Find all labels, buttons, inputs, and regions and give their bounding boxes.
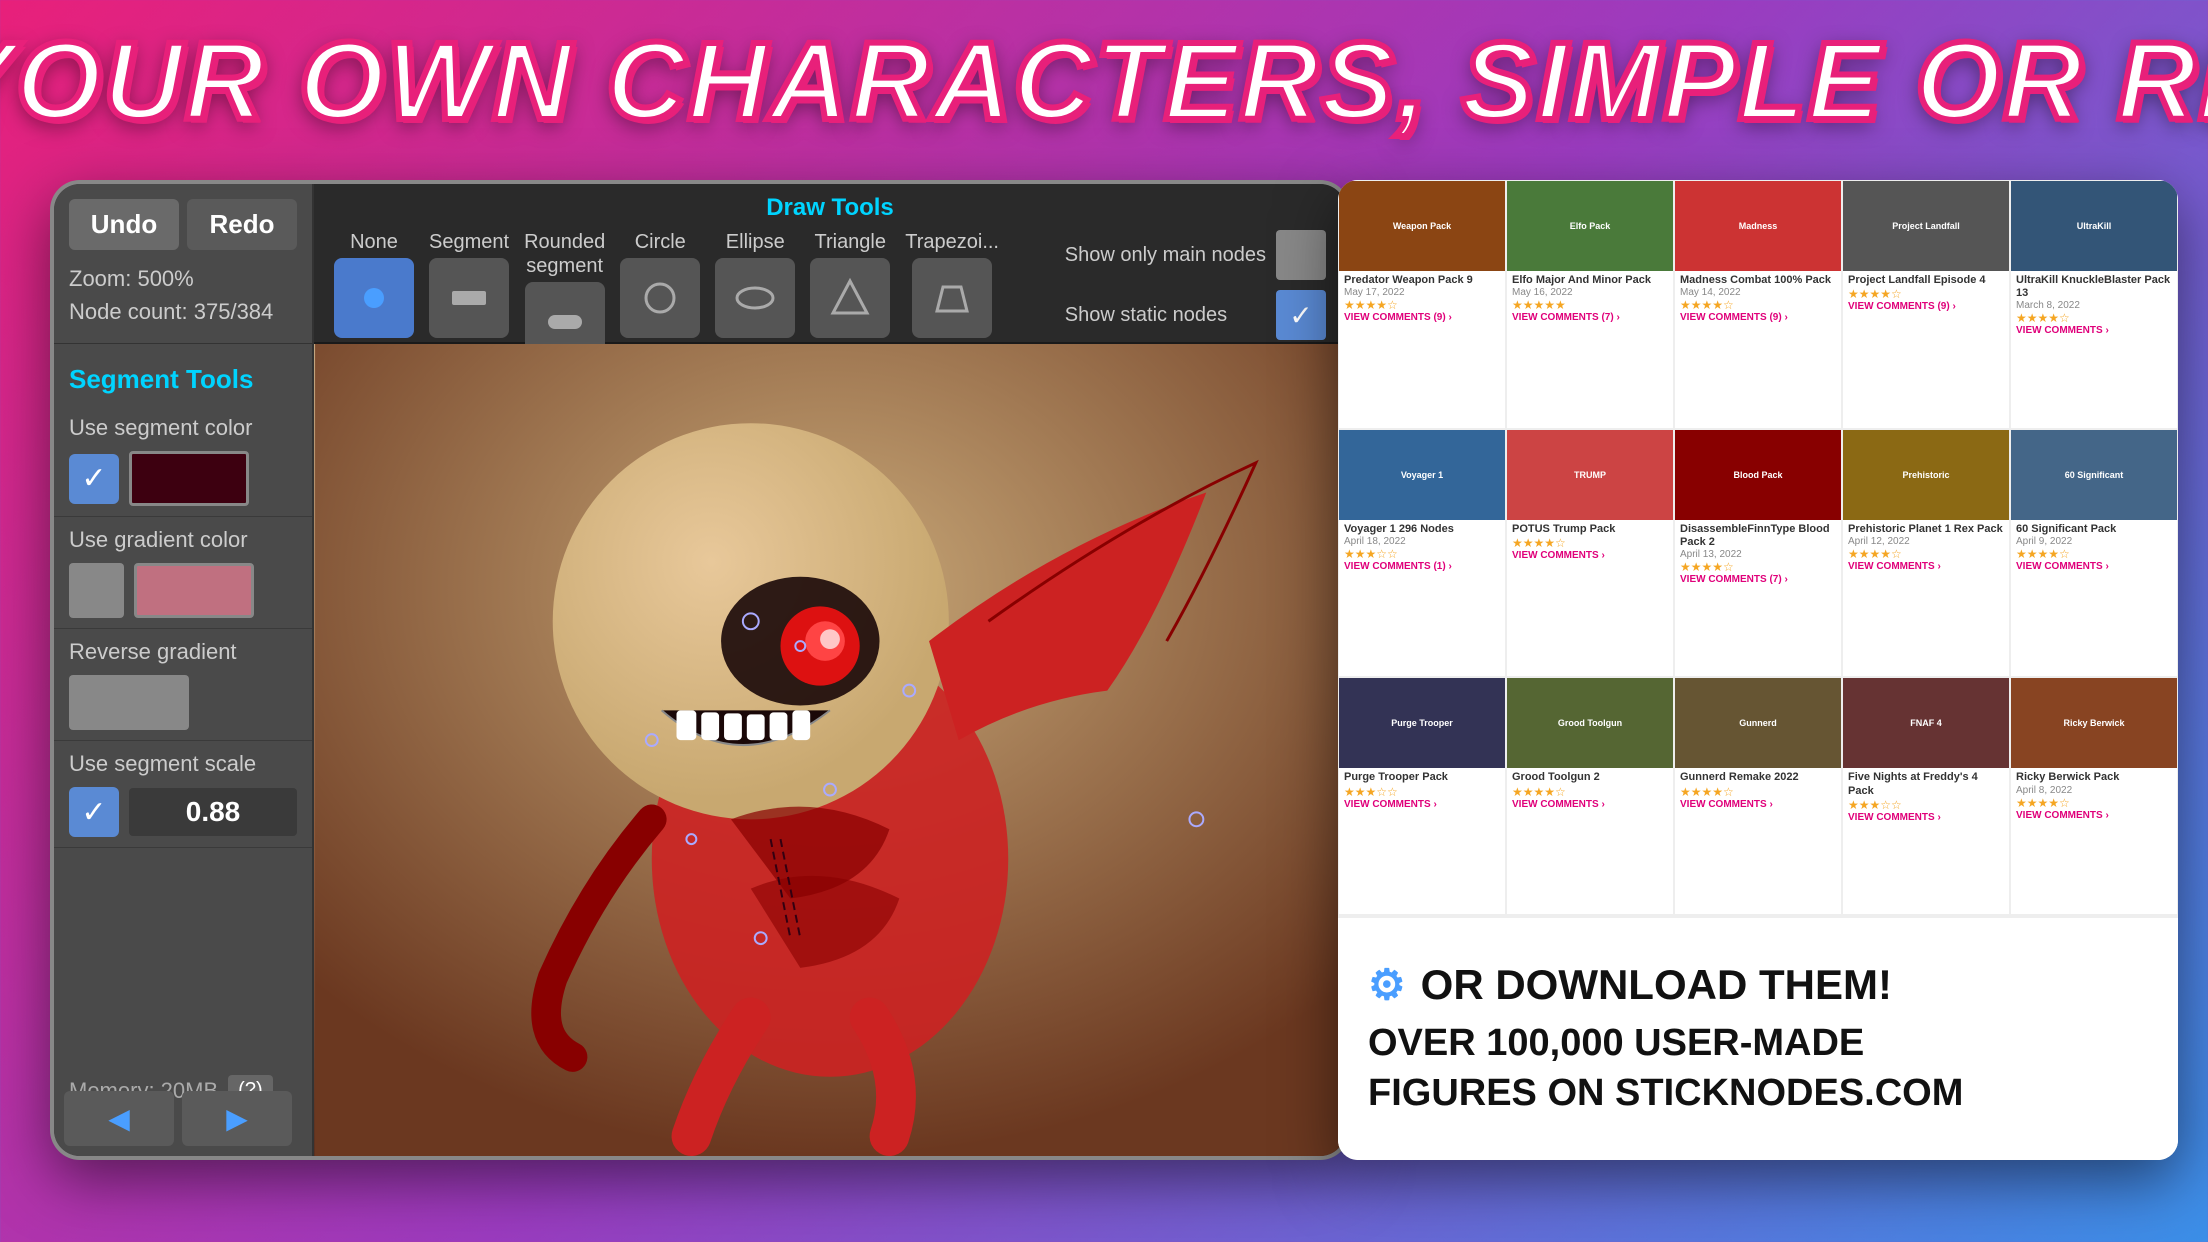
tool-ellipse-icon[interactable] [715,258,795,338]
community-card-12[interactable]: Grood Toolgun Grood Toolgun 2 ★★★★☆ VIEW… [1506,677,1674,915]
draw-tools-title: Draw Tools [334,194,1326,222]
node-count: Node count: 375/384 [69,295,297,328]
community-card-3[interactable]: Madness Madness Combat 100% Pack May 14,… [1674,180,1842,429]
show-static-nodes-label: Show static nodes [1065,304,1266,327]
tool-none-icon[interactable] [334,258,414,338]
app-container: Undo Redo Zoom: 500% Node count: 375/384… [50,180,1350,1160]
use-segment-color-section: Use segment color ✓ [54,405,312,517]
community-card-1[interactable]: Weapon Pack Predator Weapon Pack 9 May 1… [1338,180,1506,429]
segment-color-checkbox[interactable]: ✓ [69,454,119,504]
show-static-nodes-checkbox[interactable]: ✓ [1276,290,1326,340]
bottom-nav: ◀ ▶ [64,1091,292,1146]
tool-rounded-segment-label: Roundedsegment [524,230,605,278]
undo-button[interactable]: Undo [69,199,179,250]
community-grid: Weapon Pack Predator Weapon Pack 9 May 1… [1338,180,2178,915]
community-card-4[interactable]: Project Landfall Project Landfall Episod… [1842,180,2010,429]
use-segment-scale-label: Use segment scale [69,751,297,777]
community-card-6[interactable]: Voyager 1 Voyager 1 296 Nodes April 18, … [1338,429,1506,678]
gradient-color-swatch[interactable] [134,563,254,618]
sidebar: Undo Redo Zoom: 500% Node count: 375/384… [54,184,314,1156]
community-card-7[interactable]: TRUMP POTUS Trump Pack ★★★★☆ VIEW COMMEN… [1506,429,1674,678]
character-canvas [314,344,1346,1156]
show-main-nodes-checkbox[interactable] [1276,230,1326,280]
tool-ellipse-label: Ellipse [726,230,785,254]
segment-color-swatch[interactable] [129,451,249,506]
community-card-8[interactable]: Blood Pack DisassembleFinnType Blood Pac… [1674,429,1842,678]
use-segment-color-label: Use segment color [69,415,297,441]
reverse-gradient-swatch[interactable] [69,675,189,730]
zoom-info: Zoom: 500% Node count: 375/384 [69,262,297,328]
segment-scale-checkbox[interactable]: ✓ [69,787,119,837]
segment-color-row: ✓ [69,451,297,506]
show-main-nodes-row: Show only main nodes [1065,230,1326,280]
use-segment-scale-section: Use segment scale ✓ 0.88 [54,741,312,848]
tool-circle-icon[interactable] [620,258,700,338]
use-gradient-color-section: Use gradient color [54,517,312,629]
segment-scale-value[interactable]: 0.88 [129,788,297,836]
show-main-nodes-label: Show only main nodes [1065,244,1266,267]
community-card-9[interactable]: Prehistoric Prehistoric Planet 1 Rex Pac… [1842,429,2010,678]
community-card-2[interactable]: Elfo Pack Elfo Major And Minor Pack May … [1506,180,1674,429]
segment-scale-row: ✓ 0.88 [69,787,297,837]
download-title-text: OR DOWNLOAD THEM! [1421,961,1892,1009]
download-title: ⚙ OR DOWNLOAD THEM! [1368,960,2148,1009]
community-card-13[interactable]: Gunnerd Gunnerd Remake 2022 ★★★★☆ VIEW C… [1674,677,1842,915]
reverse-gradient-row [69,675,297,730]
community-card-14[interactable]: FNAF 4 Five Nights at Freddy's 4 Pack ★★… [1842,677,2010,915]
nav-left-button[interactable]: ◀ [64,1091,174,1146]
nav-right-button[interactable]: ▶ [182,1091,292,1146]
canvas-area [314,344,1346,1156]
tool-none-label: None [350,230,398,254]
reverse-gradient-label: Reverse gradient [69,639,297,665]
community-card-5[interactable]: UltraKill UltraKill KnuckleBlaster Pack … [2010,180,2178,429]
community-card-10[interactable]: 60 Significant 60 Significant Pack April… [2010,429,2178,678]
community-card-15[interactable]: Ricky Berwick Ricky Berwick Pack April 8… [2010,677,2178,915]
reverse-gradient-section: Reverse gradient [54,629,312,741]
download-icon: ⚙ [1368,960,1406,1009]
gradient-color-row [69,563,297,618]
show-static-nodes-row: Show static nodes ✓ [1065,290,1326,340]
tool-segment-icon[interactable] [429,258,509,338]
tool-circle-label: Circle [635,230,686,254]
redo-button[interactable]: Redo [187,199,297,250]
tool-trapezoid-label: Trapezoi... [905,230,999,254]
community-card-11[interactable]: Purge Trooper Purge Trooper Pack ★★★☆☆ V… [1338,677,1506,915]
sidebar-top: Undo Redo Zoom: 500% Node count: 375/384 [54,184,312,344]
undo-redo-row: Undo Redo [69,199,297,250]
segment-tools-title: Segment Tools [69,364,297,395]
tool-triangle-label: Triangle [814,230,886,254]
download-section: ⚙ OR DOWNLOAD THEM! OVER 100,000 USER-MA… [1338,915,2178,1160]
tool-triangle-icon[interactable] [810,258,890,338]
gradient-color-checkbox[interactable] [69,563,124,618]
main-title: CREATE YOUR OWN CHARACTERS, SIMPLE OR RE… [0,18,2208,145]
draw-tools-bar: Draw Tools None Segment [314,184,1346,344]
tool-trapezoid-icon[interactable] [912,258,992,338]
zoom-level: Zoom: 500% [69,262,297,295]
use-gradient-color-label: Use gradient color [69,527,297,553]
download-subtitle: OVER 100,000 USER-MADEFIGURES ON STICKNO… [1368,1019,2148,1118]
community-panel: Weapon Pack Predator Weapon Pack 9 May 1… [1338,180,2178,1160]
tool-segment-label: Segment [429,230,509,254]
show-nodes-panel: Show only main nodes Show static nodes ✓ [1045,230,1326,350]
